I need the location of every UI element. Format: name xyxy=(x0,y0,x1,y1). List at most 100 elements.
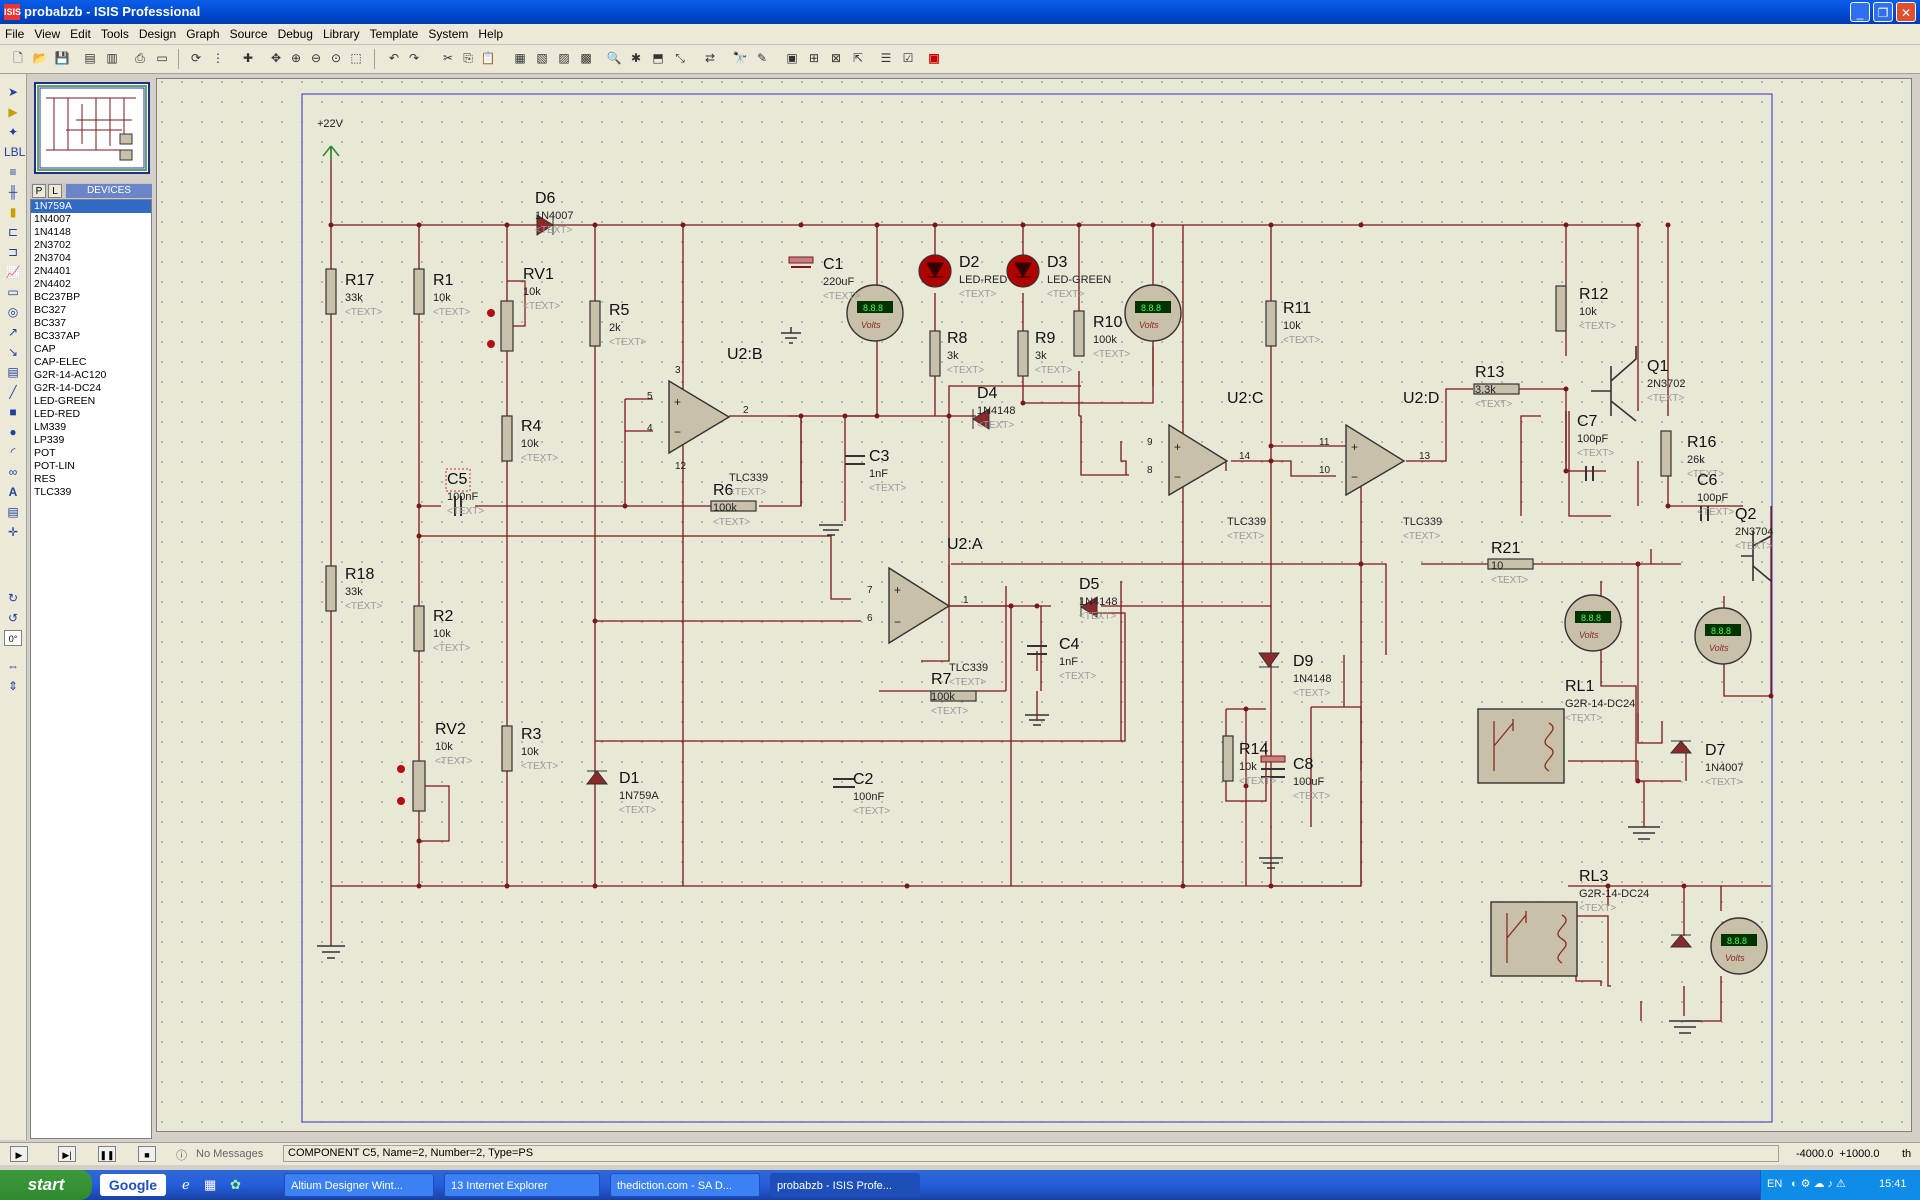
pause-button[interactable]: ❚❚ xyxy=(98,1146,116,1162)
make-device-icon[interactable]: ✱ xyxy=(628,50,644,66)
overview-window[interactable] xyxy=(34,82,150,174)
device-list-item[interactable]: 2N4401 xyxy=(31,265,151,278)
quick-launch-ie-icon[interactable]: ℯ xyxy=(182,1177,190,1193)
device-list-item[interactable]: LM339 xyxy=(31,421,151,434)
erc-icon[interactable]: ☑ xyxy=(900,50,916,66)
device-list-item[interactable]: BC337AP xyxy=(31,330,151,343)
maximize-button[interactable]: ❐ xyxy=(1873,2,1893,22)
block-move-icon[interactable]: ▧ xyxy=(534,50,550,66)
decompose-icon[interactable]: ⤡ xyxy=(672,50,688,66)
task-thediction[interactable]: thediction.com - SA D... xyxy=(610,1173,760,1197)
library-manager-button[interactable]: L xyxy=(48,184,62,198)
block-delete-icon[interactable]: ▩ xyxy=(578,50,594,66)
new-file-icon[interactable]: 🗋 xyxy=(10,50,26,66)
bus-icon[interactable]: ╫ xyxy=(4,184,22,200)
print-area-icon[interactable]: ▭ xyxy=(154,50,170,66)
remove-sheet-icon[interactable]: ⊠ xyxy=(828,50,844,66)
circle-icon[interactable]: ● xyxy=(4,424,22,440)
device-list-item[interactable]: LP339 xyxy=(31,434,151,447)
device-list-item[interactable]: 1N4007 xyxy=(31,213,151,226)
export-icon[interactable]: ▥ xyxy=(104,50,120,66)
text-script-icon[interactable]: ≡ xyxy=(4,164,22,180)
junction-dot-icon[interactable]: ✦ xyxy=(4,124,22,140)
zoom-all-icon[interactable]: ⊙ xyxy=(328,50,344,66)
cut-icon[interactable]: ✂ xyxy=(440,50,456,66)
menu-source[interactable]: Source xyxy=(225,24,273,41)
device-list-item[interactable]: 1N4148 xyxy=(31,226,151,239)
schematic-svg[interactable]: +22V +− +− +− +− 8.8.8Volts 8.8.8Volts 8… xyxy=(157,79,1911,1131)
step-button[interactable]: ▶| xyxy=(58,1146,76,1162)
open-folder-icon[interactable]: 📂 xyxy=(32,50,48,66)
zoom-out-icon[interactable]: ⊖ xyxy=(308,50,324,66)
rotation-angle-field[interactable]: 0° xyxy=(4,630,22,646)
exit-parent-icon[interactable]: ⇱ xyxy=(850,50,866,66)
device-list-item[interactable]: TLC339 xyxy=(31,486,151,499)
menu-template[interactable]: Template xyxy=(365,24,424,41)
mirror-horizontal-icon[interactable]: ⇔ xyxy=(4,658,22,674)
text-icon[interactable]: A xyxy=(4,484,22,500)
device-list-item[interactable]: 1N759A xyxy=(31,200,151,213)
copy-icon[interactable]: ⎘ xyxy=(460,50,476,66)
terminals-icon[interactable]: ⊏ xyxy=(4,224,22,240)
subcircuit-icon[interactable]: ▮ xyxy=(4,204,22,220)
refresh-icon[interactable]: ⟳ xyxy=(188,50,204,66)
bill-of-materials-icon[interactable]: ☰ xyxy=(878,50,894,66)
menu-library[interactable]: Library xyxy=(318,24,365,41)
device-list-item[interactable]: BC237BP xyxy=(31,291,151,304)
search-icon[interactable]: 🔭 xyxy=(732,50,748,66)
minimize-button[interactable]: _ xyxy=(1850,2,1870,22)
device-list-item[interactable]: G2R-14-DC24 xyxy=(31,382,151,395)
close-button[interactable]: ✕ xyxy=(1896,2,1916,22)
property-tool-icon[interactable]: ✎ xyxy=(754,50,770,66)
device-list-item[interactable]: BC327 xyxy=(31,304,151,317)
device-list-item[interactable]: BC337 xyxy=(31,317,151,330)
grid-icon[interactable]: ⋮ xyxy=(210,50,226,66)
menu-design[interactable]: Design xyxy=(134,24,181,41)
current-probe-icon[interactable]: ↘ xyxy=(4,344,22,360)
menu-edit[interactable]: Edit xyxy=(65,24,96,41)
task-altium[interactable]: Altium Designer Wint... xyxy=(284,1173,434,1197)
menu-view[interactable]: View xyxy=(29,24,65,41)
line-icon[interactable]: ╱ xyxy=(4,384,22,400)
device-list-item[interactable]: CAP xyxy=(31,343,151,356)
device-list-item[interactable]: RES xyxy=(31,473,151,486)
add-sheet-icon[interactable]: ⊞ xyxy=(806,50,822,66)
block-copy-icon[interactable]: ▦ xyxy=(512,50,528,66)
device-pins-icon[interactable]: ⊐ xyxy=(4,244,22,260)
menu-system[interactable]: System xyxy=(423,24,473,41)
device-list-item[interactable]: LED-GREEN xyxy=(31,395,151,408)
rotate-cw-icon[interactable]: ↻ xyxy=(4,590,22,606)
arc-icon[interactable]: ◜ xyxy=(4,444,22,460)
block-rotate-icon[interactable]: ▨ xyxy=(556,50,572,66)
tray-icons[interactable]: ◐⚙☁♪⚠ xyxy=(1791,1177,1849,1190)
save-icon[interactable]: 💾 xyxy=(54,50,70,66)
graph-icon[interactable]: 📈 xyxy=(4,264,22,280)
symbol-icon[interactable]: ▤ xyxy=(4,504,22,520)
device-list-item[interactable]: LED-RED xyxy=(31,408,151,421)
package-icon[interactable]: ⬒ xyxy=(650,50,666,66)
menu-help[interactable]: Help xyxy=(473,24,508,41)
new-sheet-icon[interactable]: ▣ xyxy=(784,50,800,66)
import-icon[interactable]: ▤ xyxy=(82,50,98,66)
wire-label-icon[interactable]: LBL xyxy=(4,144,25,160)
wire-autorouter-icon[interactable]: ⇄ xyxy=(702,50,718,66)
selection-mode-icon[interactable]: ➤ xyxy=(4,84,22,100)
redo-icon[interactable]: ↷ xyxy=(406,50,422,66)
task-internet-explorer[interactable]: 13 Internet Explorer xyxy=(444,1173,600,1197)
path-icon[interactable]: ∞ xyxy=(4,464,22,480)
ares-netlist-icon[interactable]: ▣ xyxy=(926,50,942,66)
zoom-area-icon[interactable]: ⬚ xyxy=(348,50,364,66)
device-list-item[interactable]: 2N3702 xyxy=(31,239,151,252)
menu-graph[interactable]: Graph xyxy=(181,24,224,41)
rotate-ccw-icon[interactable]: ↺ xyxy=(4,610,22,626)
task-isis[interactable]: probabzb - ISIS Profe... xyxy=(770,1173,920,1197)
generator-icon[interactable]: ◎ xyxy=(4,304,22,320)
print-icon[interactable]: ⎙ xyxy=(132,50,148,66)
zoom-in-icon[interactable]: ⊕ xyxy=(288,50,304,66)
marker-icon[interactable]: ✛ xyxy=(4,524,22,540)
device-list-item[interactable]: POT-LIN xyxy=(31,460,151,473)
mirror-vertical-icon[interactable]: ⇕ xyxy=(4,678,22,694)
pick-device-icon[interactable]: 🔍 xyxy=(606,50,622,66)
menu-debug[interactable]: Debug xyxy=(273,24,318,41)
units-indicator[interactable]: th xyxy=(1902,1148,1911,1160)
